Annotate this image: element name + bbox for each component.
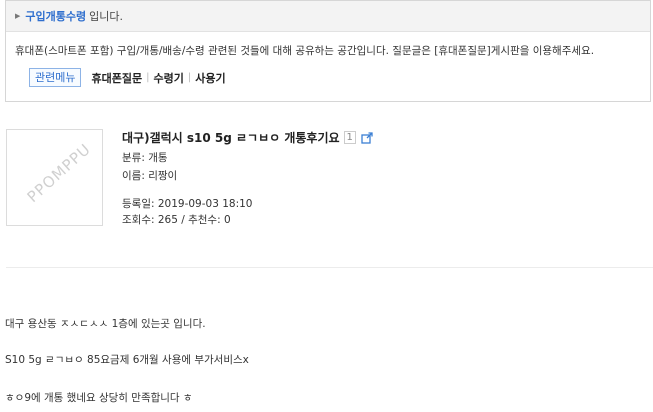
board-name-link[interactable]: 구입개통수령	[25, 8, 86, 24]
link-phone-question[interactable]: 휴대폰질문	[91, 70, 142, 86]
post-date: 등록일: 2019-09-03 18:10	[122, 198, 253, 210]
related-links: 관련메뉴 휴대폰질문 | 수령기 | 사용기	[29, 68, 226, 87]
board-name-suffix: 입니다.	[89, 10, 123, 23]
post-stats: 조회수: 265 / 추천수: 0	[122, 214, 231, 226]
board-header: ▶ 구입개통수령 입니다.	[6, 1, 650, 32]
post-title: 대구)갤럭시 s10 5g ㄹㄱㅂㅇ 개통후기요	[122, 131, 340, 145]
post-category: 분류: 개통	[122, 152, 168, 164]
link-separator: |	[146, 72, 150, 83]
link-usage-review[interactable]: 사용기	[195, 70, 225, 86]
content-divider	[6, 267, 653, 268]
board-description: 휴대폰(스마트폰 포함) 구입/개통/배송/수령 관련된 것들에 대해 공유하는…	[15, 45, 595, 57]
board-info-box: ▶ 구입개통수령 입니다. 휴대폰(스마트폰 포함) 구입/개통/배송/수령 관…	[5, 0, 651, 102]
post-author[interactable]: 이름: 리짱이	[122, 168, 177, 183]
comment-count-badge[interactable]: 1	[343, 131, 356, 144]
link-separator: |	[187, 72, 192, 83]
watermark-logo: PPOMPPU	[23, 139, 95, 207]
content-line: 대구 용산동 ㅈㅅㄷㅅㅅ 1층에 있는곳 입니다.	[5, 318, 206, 330]
link-receipt-review[interactable]: 수령기	[153, 70, 183, 86]
post-thumbnail: PPOMPPU	[6, 129, 103, 226]
related-menu-button[interactable]: 관련메뉴	[29, 68, 82, 87]
share-icon[interactable]	[361, 131, 374, 144]
post-title-row: 대구)갤럭시 s10 5g ㄹㄱㅂㅇ 개통후기요 1	[122, 129, 374, 146]
triangle-icon: ▶	[15, 12, 21, 20]
content-line: S10 5g ㄹㄱㅂㅇ 85요금제 6개월 사용에 부가서비스x	[5, 354, 249, 366]
content-line: ㅎㅇ9에 개통 했네요 상당히 만족합니다 ㅎ	[5, 392, 193, 404]
